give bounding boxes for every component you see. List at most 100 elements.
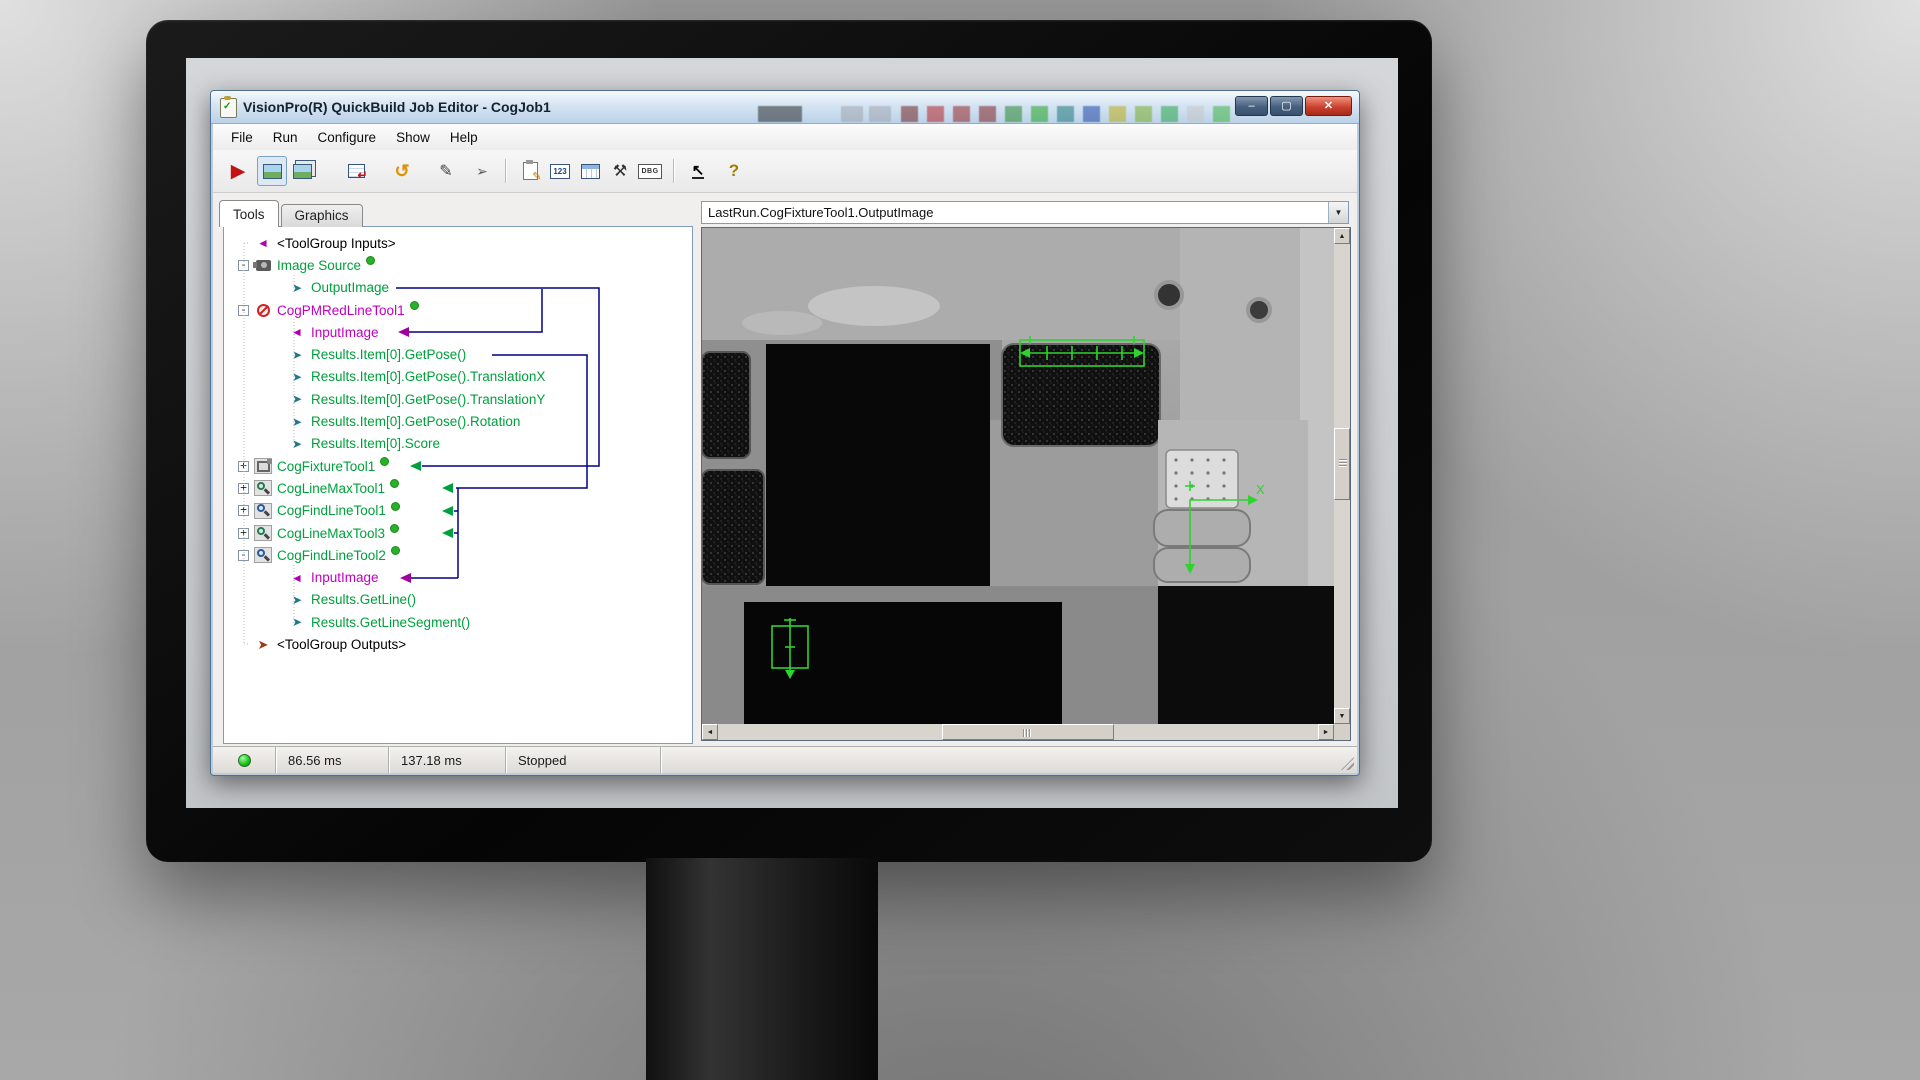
numbers-icon: 123	[550, 164, 570, 179]
reset-icon: ↺	[394, 161, 409, 182]
output-terminal-icon: ➤	[254, 636, 272, 652]
close-button[interactable]: ✕	[1305, 96, 1352, 116]
magnifier-icon	[254, 547, 272, 563]
glass-palette-swatch	[1031, 106, 1048, 122]
reset-button[interactable]: ↺	[387, 156, 417, 186]
expand-icon[interactable]: +	[238, 505, 249, 516]
resize-grip[interactable]	[1341, 757, 1354, 770]
menu-configure[interactable]: Configure	[308, 126, 387, 149]
output-arrow-icon: ➤	[288, 592, 306, 608]
tree-item-rotation[interactable]: ➤ Results.Item[0].GetPose().Rotation	[224, 410, 692, 432]
tree-item-toolgroup-inputs[interactable]: ◄ <ToolGroup Inputs>	[224, 232, 692, 254]
tree-item-coglinemaxtool3[interactable]: + CogLineMaxTool3	[224, 522, 692, 544]
image-display-icon	[263, 164, 282, 179]
tree-item-getline[interactable]: ➤ Results.GetLine()	[224, 589, 692, 611]
menu-help[interactable]: Help	[440, 126, 488, 149]
tree-item-label: CogPMRedLineTool1	[277, 303, 405, 318]
chevron-down-icon[interactable]: ▼	[1328, 202, 1348, 223]
fixture-tool-icon	[254, 458, 272, 474]
tree-item-outputimage[interactable]: ➤ OutputImage	[224, 277, 692, 299]
tree-item-label: Results.GetLineSegment()	[311, 615, 470, 630]
show-image-button[interactable]	[257, 156, 287, 186]
scroll-up-button[interactable]: ▲	[1334, 228, 1350, 244]
tree-item-cogpmredlinetool1[interactable]: - CogPMRedLineTool1	[224, 299, 692, 321]
glass-palette-swatch	[1213, 106, 1230, 122]
tree-item-toolgroup-outputs[interactable]: ➤ <ToolGroup Outputs>	[224, 633, 692, 655]
menu-file[interactable]: File	[221, 126, 263, 149]
collapse-icon[interactable]: -	[238, 550, 249, 561]
tree-item-label: OutputImage	[311, 280, 389, 295]
input-terminal-icon: ◄	[254, 235, 272, 251]
probe-button[interactable]: ➢	[467, 156, 497, 186]
tree-item-label: Results.Item[0].GetPose().TranslationY	[311, 392, 545, 407]
display-selector-value: LastRun.CogFixtureTool1.OutputImage	[702, 202, 1328, 223]
inspection-image[interactable]: X	[702, 228, 1334, 724]
scroll-right-button[interactable]: ►	[1318, 724, 1334, 740]
title-bar[interactable]: VisionPro(R) QuickBuild Job Editor - Cog…	[211, 91, 1359, 124]
tree-item-label: Results.Item[0].GetPose().TranslationX	[311, 369, 545, 384]
tree-item-coglinemaxtool1[interactable]: + CogLineMaxTool1	[224, 477, 692, 499]
expand-icon[interactable]: +	[238, 461, 249, 472]
grid-icon	[581, 164, 600, 179]
glass-palette-swatch	[927, 106, 944, 122]
tree-item-label: Results.Item[0].Score	[311, 436, 440, 451]
display-selector-combo[interactable]: LastRun.CogFixtureTool1.OutputImage ▼	[701, 201, 1349, 224]
input-arrow-icon: ◄	[288, 570, 306, 586]
tree-item-image-source[interactable]: - Image Source	[224, 254, 692, 276]
tree-item-cogfindlinetool2[interactable]: - CogFindLineTool2	[224, 544, 692, 566]
tree-item-cogfindlinetool1[interactable]: + CogFindLineTool1	[224, 500, 692, 522]
vertical-scroll-thumb[interactable]	[1334, 428, 1350, 500]
tree-item-score[interactable]: ➤ Results.Item[0].Score	[224, 433, 692, 455]
menu-show[interactable]: Show	[386, 126, 440, 149]
posted-items-button[interactable]: 123	[545, 156, 575, 186]
window-title: VisionPro(R) QuickBuild Job Editor - Cog…	[243, 99, 551, 115]
glass-palette-swatch	[1135, 106, 1152, 122]
glass-blob-gray	[841, 106, 863, 122]
add-tool-button[interactable]	[341, 156, 371, 186]
show-image-pair-button[interactable]	[287, 156, 317, 186]
maximize-button[interactable]: ▢	[1270, 96, 1303, 116]
spreadsheet-button[interactable]	[575, 156, 605, 186]
tree-item-translationy[interactable]: ➤ Results.Item[0].GetPose().TranslationY	[224, 388, 692, 410]
help-button[interactable]: ?	[719, 156, 749, 186]
scrollbar-corner	[1334, 724, 1350, 740]
grid-arrow-icon	[348, 164, 365, 178]
tree-item-inputimage2[interactable]: ◄ InputImage	[224, 566, 692, 588]
collapse-icon[interactable]: -	[238, 260, 249, 271]
axis-x-label: X	[1256, 482, 1265, 497]
tree-item-translationx[interactable]: ➤ Results.Item[0].GetPose().TranslationX	[224, 366, 692, 388]
tab-graphics[interactable]: Graphics	[281, 204, 363, 227]
expand-icon[interactable]: +	[238, 528, 249, 539]
scroll-down-button[interactable]: ▼	[1334, 708, 1350, 724]
status-dot	[390, 479, 399, 488]
status-dot	[410, 301, 419, 310]
camera-icon	[254, 257, 272, 273]
job-script-button[interactable]	[515, 156, 545, 186]
status-dot	[391, 502, 400, 511]
vertical-scrollbar[interactable]: ▲ ▼	[1334, 228, 1350, 724]
settings-tools-button[interactable]: ⚒	[605, 156, 635, 186]
magnifier-icon	[254, 503, 272, 519]
tree-item-getlinesegment[interactable]: ➤ Results.GetLineSegment()	[224, 611, 692, 633]
hammer-wrench-icon: ⚒	[613, 161, 627, 181]
tree-item-inputimage[interactable]: ◄ InputImage	[224, 321, 692, 343]
horizontal-scrollbar[interactable]: ◄ ►	[702, 724, 1334, 740]
tree-item-cogfixturetool1[interactable]: + CogFixtureTool1	[224, 455, 692, 477]
horizontal-scroll-thumb[interactable]	[942, 724, 1114, 740]
tree-item-label: InputImage	[311, 570, 379, 585]
menu-run[interactable]: Run	[263, 126, 308, 149]
status-bar: 86.56 ms 137.18 ms Stopped	[213, 746, 1357, 773]
scroll-left-button[interactable]: ◄	[702, 724, 718, 740]
tab-tools[interactable]: Tools	[219, 200, 279, 227]
debug-button[interactable]: DBG	[635, 156, 665, 186]
pointer-mode-button[interactable]: ↖	[683, 156, 713, 186]
probe-icon: ➢	[476, 163, 488, 180]
image-pair-icon	[293, 164, 312, 179]
run-job-button[interactable]: ▶	[223, 156, 253, 186]
tree-item-getpose[interactable]: ➤ Results.Item[0].GetPose()	[224, 343, 692, 365]
minimize-button[interactable]: –	[1235, 96, 1268, 116]
edit-button[interactable]: ✎	[431, 156, 461, 186]
monitor-stand	[646, 858, 878, 1080]
expand-icon[interactable]: +	[238, 483, 249, 494]
collapse-icon[interactable]: -	[238, 305, 249, 316]
